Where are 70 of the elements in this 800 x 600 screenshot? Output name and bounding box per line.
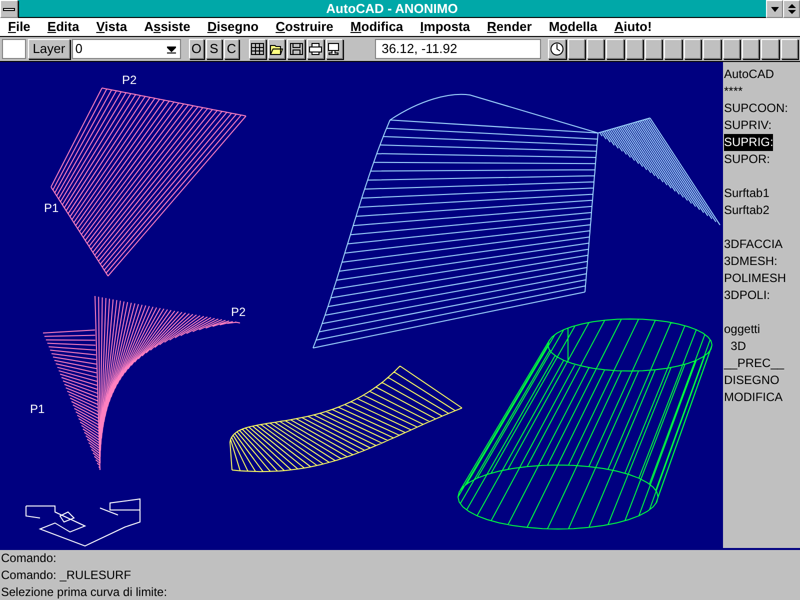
menu-item[interactable]: Vista: [96, 17, 128, 37]
screen-menu-item[interactable]: __PREC__: [724, 355, 784, 372]
toolbar-button[interactable]: [268, 39, 286, 59]
empty-toolbar-button[interactable]: [626, 39, 644, 59]
point-marker: P1: [44, 201, 59, 215]
screen-menu-item[interactable]: oggetti: [724, 321, 760, 338]
printer-icon: [308, 43, 322, 55]
screen-menu-item[interactable]: Surftab1: [724, 185, 770, 202]
screen-menu-item[interactable]: 3DPOLI:: [724, 287, 770, 304]
layer-value: 0: [75, 40, 82, 58]
maximize-button[interactable]: [783, 0, 800, 18]
snap-toggle-button[interactable]: S: [206, 39, 222, 59]
point-marker: P2: [231, 305, 246, 319]
toolbar-button[interactable]: [306, 39, 324, 59]
menu-item[interactable]: Imposta: [420, 17, 470, 37]
command-line: Selezione prima curva di limite:: [1, 584, 168, 600]
screen-menu-item[interactable]: 3D: [724, 338, 746, 355]
screen-menu-item[interactable]: SUPCOON:: [724, 100, 788, 117]
screen-menu-item[interactable]: ****: [724, 83, 743, 100]
command-line: Comando:: [1, 550, 58, 567]
snap-toggle-button[interactable]: C: [224, 39, 240, 59]
empty-toolbar-button[interactable]: [742, 39, 760, 59]
empty-toolbar-button[interactable]: [568, 39, 586, 59]
layer-dropdown[interactable]: 0: [72, 39, 182, 59]
screen-menu-item[interactable]: SUPOR:: [724, 151, 770, 168]
menu-item[interactable]: Costruire: [276, 17, 334, 37]
toolbar-button[interactable]: [287, 39, 305, 59]
color-swatch[interactable]: [2, 39, 26, 59]
ucs-axis-icon: [26, 498, 140, 547]
menu-item[interactable]: Modifica: [350, 17, 404, 37]
menu-item[interactable]: Modella: [548, 17, 598, 37]
point-marker: P1: [30, 402, 45, 416]
bar-icon: [3, 8, 15, 10]
coordinates-display: 36.12, -11.92: [374, 39, 541, 59]
command-line: Comando: _RULESURF: [1, 567, 132, 584]
empty-toolbar-button[interactable]: [587, 39, 604, 59]
clock-icon: [550, 42, 564, 56]
point-marker: P2: [122, 73, 137, 87]
empty-toolbar-button[interactable]: [645, 39, 662, 59]
dropdown-arrow-icon: [167, 44, 176, 54]
screen-menu-item[interactable]: SUPRIV:: [724, 117, 772, 134]
menu-item[interactable]: Assiste: [144, 17, 190, 37]
toolbar-button[interactable]: [248, 39, 266, 59]
screen-menu-item[interactable]: 3DMESH:: [724, 253, 778, 270]
diamond-icon: [788, 4, 796, 14]
screen-menu-item[interactable]: 3DFACCIA: [724, 236, 783, 253]
folder-icon: [270, 43, 284, 55]
menu-item[interactable]: Disegno: [207, 17, 259, 37]
snap-toggle-button[interactable]: O: [188, 39, 204, 59]
screen-menu-item[interactable]: Surftab2: [724, 202, 770, 219]
system-menu-button[interactable]: [0, 0, 18, 18]
menu-item[interactable]: Aiuto!: [614, 17, 652, 37]
toolbar-button[interactable]: [548, 39, 566, 59]
drawing-canvas[interactable]: P2 P1 P2 P1: [0, 62, 721, 548]
screen-menu-item[interactable]: MODIFICA: [724, 389, 783, 406]
down-triangle-icon: [770, 6, 778, 12]
grid-icon: [250, 43, 264, 55]
screen-menu-item[interactable]: DISEGNO: [724, 372, 780, 389]
layer-button[interactable]: Layer: [28, 39, 70, 59]
menu-item[interactable]: Render: [487, 17, 532, 37]
screen-menu-item[interactable]: SUPRIG:: [724, 134, 774, 151]
menu-item[interactable]: File: [8, 17, 30, 37]
menu-item[interactable]: Edita: [47, 17, 80, 37]
window-title: AutoCAD - ANONIMO: [325, 0, 459, 17]
empty-toolbar-button[interactable]: [684, 39, 702, 59]
minimize-button[interactable]: [766, 0, 783, 18]
screen-menu-item[interactable]: AutoCAD: [724, 66, 774, 83]
toolbar-button[interactable]: [326, 39, 344, 59]
screen-menu-item[interactable]: POLIMESH: [724, 270, 786, 287]
monitor-icon: [328, 43, 342, 55]
